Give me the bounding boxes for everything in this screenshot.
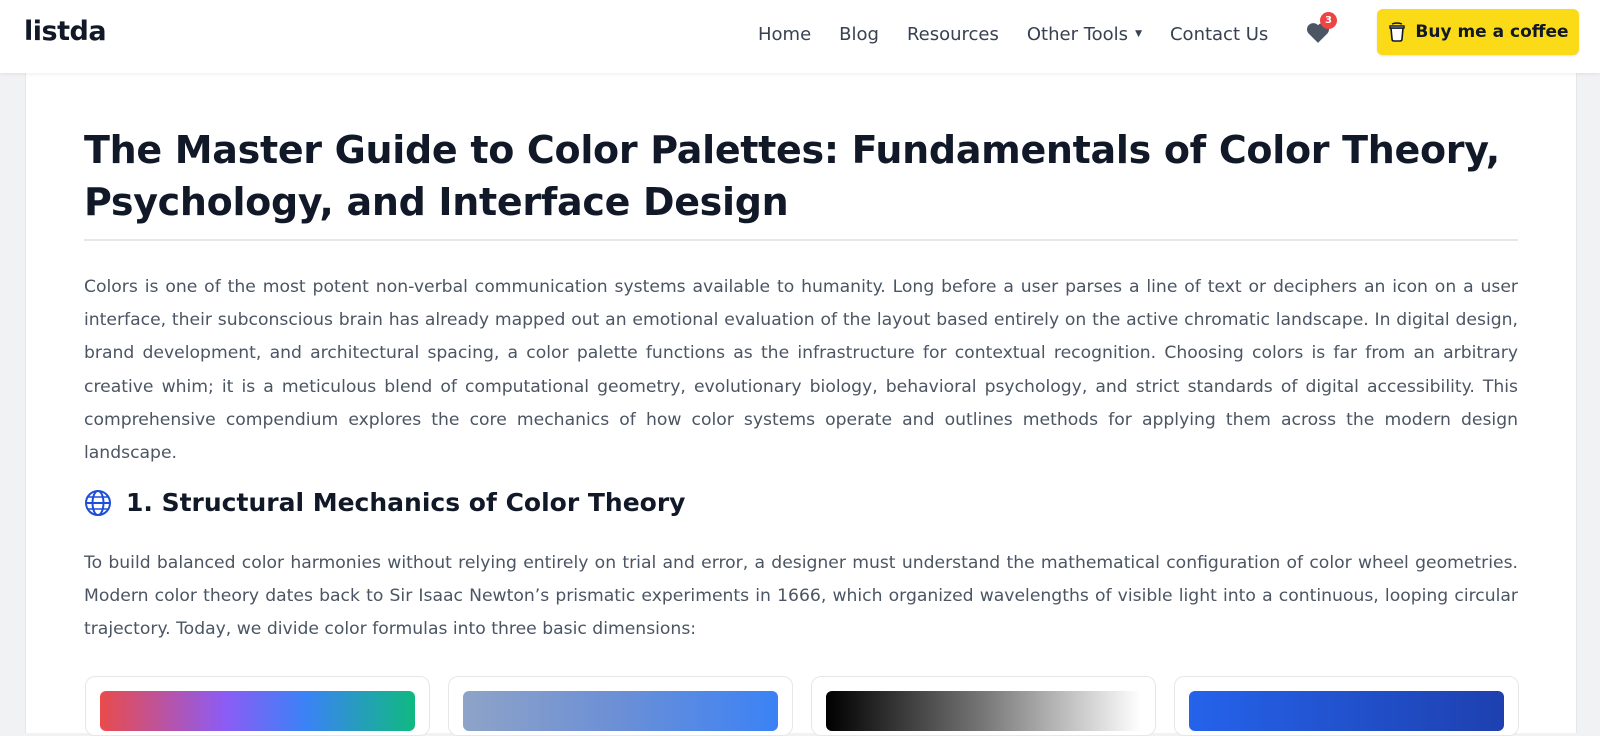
globe-icon <box>85 489 111 516</box>
section-heading: 1. Structural Mechanics of Color Theory <box>84 488 685 517</box>
gradient-swatch <box>100 691 415 731</box>
color-card[interactable] <box>811 676 1156 736</box>
buy-coffee-label: Buy me a coffee <box>1415 22 1569 42</box>
caret-down-icon: ▼ <box>1135 29 1142 39</box>
section-title: 1. Structural Mechanics of Color Theory <box>126 488 686 517</box>
main-nav: Home Blog Resources Other Tools ▼ Contac… <box>758 22 1296 46</box>
nav-other-tools-label: Other Tools <box>1026 23 1129 45</box>
nav-home[interactable]: Home <box>758 24 811 45</box>
gradient-swatch <box>1189 691 1504 731</box>
title-divider <box>84 239 1518 241</box>
color-card[interactable] <box>448 676 793 736</box>
color-card[interactable] <box>85 676 430 736</box>
nav-contact-us[interactable]: Contact Us <box>1170 24 1268 45</box>
site-logo[interactable]: listda <box>24 16 107 47</box>
intro-paragraph: Colors is one of the most potent non-ver… <box>84 277 1518 464</box>
gradient-swatch <box>463 691 778 731</box>
coffee-cup-icon <box>1389 22 1406 42</box>
site-header: listda Home Blog Resources Other Tools ▼… <box>0 0 1600 73</box>
color-card[interactable] <box>1174 676 1519 736</box>
nav-resources[interactable]: Resources <box>907 24 999 45</box>
nav-blog[interactable]: Blog <box>839 24 879 45</box>
buy-coffee-button[interactable]: Buy me a coffee <box>1377 9 1579 55</box>
nav-other-tools[interactable]: Other Tools ▼ <box>1027 24 1142 45</box>
article-title: The Master Guide to Color Palettes: Fund… <box>84 128 1500 224</box>
gradient-swatch <box>826 691 1141 731</box>
favorites-count-badge: 3 <box>1320 12 1337 29</box>
section-paragraph: To build balanced color harmonies withou… <box>84 553 1518 640</box>
